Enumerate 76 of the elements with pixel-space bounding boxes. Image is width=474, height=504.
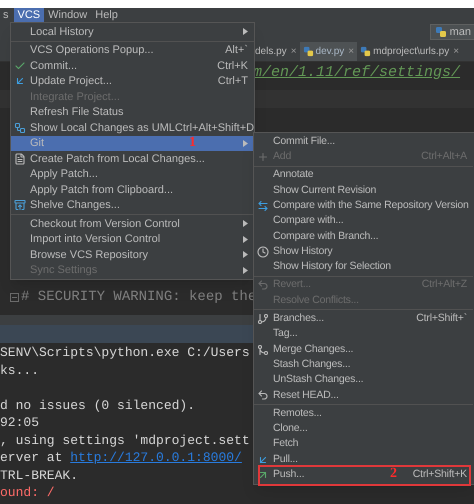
check-icon — [14, 60, 26, 72]
menu-item[interactable]: Commit File... — [254, 134, 473, 150]
editor-tab[interactable]: dev.py × — [300, 42, 358, 61]
menu-bar-item[interactable]: s — [0, 8, 14, 22]
diagram-icon — [14, 122, 26, 134]
shortcut-label: Alt+` — [225, 43, 248, 58]
compare-arrows-icon — [257, 200, 269, 212]
python-icon — [434, 26, 447, 38]
console-line: , using settings 'mdproject.sett — [0, 432, 250, 448]
menu-bar-item[interactable]: VCS — [14, 8, 44, 22]
undo-icon — [257, 389, 269, 402]
menu-item[interactable]: VCS Operations Popup... Alt+` — [11, 42, 254, 58]
menu-item[interactable]: Compare with... — [254, 213, 473, 229]
shortcut-label: Ctrl+Alt+Shift+D — [174, 120, 254, 136]
menu-item[interactable]: Remotes... — [254, 406, 473, 422]
python-file-icon — [302, 46, 314, 57]
menu-item[interactable]: Pull... — [254, 452, 473, 468]
editor-tab[interactable]: mdproject\urls.py × — [357, 42, 462, 61]
menu-item[interactable]: Import into Version Control — [11, 232, 254, 247]
close-icon[interactable]: × — [290, 44, 297, 59]
shortcut-label: Ctrl+Shift+K — [412, 467, 467, 482]
menu-item[interactable]: Merge Changes... — [254, 342, 473, 358]
menu-item[interactable]: Compare with Branch... — [254, 228, 473, 244]
tray-icon — [14, 199, 26, 212]
menu-item[interactable]: Show Local Changes as UMLCtrl+Alt+Shift+D — [11, 120, 254, 136]
console-line: SENV\Scripts\python.exe C:/Users — [0, 345, 250, 360]
close-icon[interactable]: × — [348, 44, 354, 59]
menu-bar-item[interactable]: Window — [44, 8, 92, 22]
console-line: erver at — [0, 449, 64, 466]
console-line: 92:05 — [0, 415, 40, 430]
menu-item[interactable]: Push... 2 Ctrl+Shift+K — [254, 467, 473, 483]
menu-item[interactable]: Shelve Changes... — [11, 198, 254, 213]
menu-item[interactable]: Refresh File Status — [11, 104, 254, 120]
menu-item[interactable]: Apply Patch from Clipboard... — [11, 182, 254, 198]
branch-icon — [257, 312, 269, 325]
menu-item[interactable]: Fetch — [254, 436, 473, 452]
shortcut-label: Ctrl+Shift+` — [416, 311, 467, 326]
menu-item[interactable]: Create Patch from Local Changes... — [11, 151, 254, 166]
close-icon[interactable]: × — [453, 44, 460, 59]
menu-item[interactable]: Compare with the Same Repository Version — [254, 198, 473, 214]
fold-icon — [10, 292, 19, 302]
editor-tab[interactable]: dels.py × — [252, 42, 300, 61]
menu-item[interactable]: Branches... Ctrl+Shift+` — [254, 311, 473, 327]
menu-item[interactable]: Apply Patch... — [11, 166, 254, 182]
undo-icon — [257, 279, 269, 292]
file-icon — [14, 152, 26, 165]
menu-item[interactable]: UnStash Changes... — [254, 372, 473, 388]
menu-item[interactable]: Show Current Revision — [254, 182, 473, 198]
menu-bar-item[interactable]: Help — [91, 8, 122, 22]
console-line: d no issues (0 silenced). — [0, 398, 196, 412]
code-link[interactable]: m/en/1.11/ref/settings/ — [253, 62, 460, 84]
menu-item[interactable]: Reset HEAD... — [254, 388, 473, 404]
merge-icon — [257, 344, 269, 356]
console-link[interactable]: http://127.0.0.1:8000/ — [70, 449, 242, 466]
plus-icon — [257, 150, 269, 163]
menu-item[interactable]: Stash Changes... — [254, 357, 473, 372]
menu-item[interactable]: Local History — [11, 24, 254, 40]
menu-item[interactable]: Commit... Ctrl+K — [11, 58, 254, 74]
menu-item[interactable]: Tag... — [254, 326, 473, 342]
run-config-button[interactable]: man — [430, 24, 474, 40]
menu-item[interactable]: Checkout from Version Control — [11, 216, 254, 232]
menu-item[interactable]: Clone... — [254, 421, 473, 437]
menu-item[interactable]: Show History — [254, 244, 473, 260]
menu-item[interactable]: Update Project... Ctrl+T — [11, 74, 254, 89]
shortcut-label: Ctrl+K — [217, 58, 248, 74]
console-line: ks... — [0, 362, 40, 378]
console-line: TRL-BREAK. — [0, 468, 78, 482]
console-line: ound: / — [0, 485, 55, 500]
menu-item[interactable]: Browse VCS Repository — [11, 247, 254, 262]
menu-item[interactable]: Show History for Selection — [254, 259, 473, 275]
clock-icon — [257, 246, 269, 258]
annotation-number: 1 — [189, 134, 196, 152]
annotation-number: 2 — [390, 465, 397, 484]
menu-item[interactable]: Annotate — [254, 168, 473, 183]
shortcut-label: Ctrl+T — [218, 74, 248, 89]
python-file-icon — [360, 46, 372, 57]
